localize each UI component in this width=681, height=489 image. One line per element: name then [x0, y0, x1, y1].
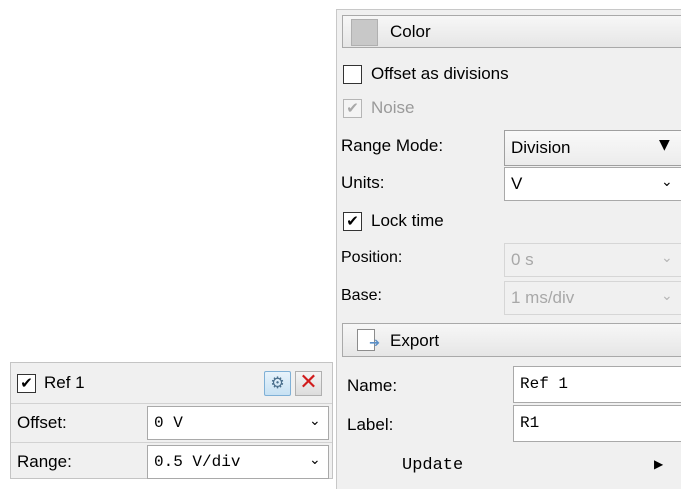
base-value: 1 ms/div — [511, 288, 575, 307]
lock-time-label: Lock time — [371, 211, 444, 230]
offset-label: Offset: — [17, 413, 67, 432]
update-menu-item[interactable]: Update ▶ — [387, 448, 679, 484]
units-value: V — [511, 174, 523, 193]
close-icon[interactable]: ✕ — [295, 371, 322, 396]
name-field[interactable]: Ref 1 — [513, 366, 681, 403]
chevron-down-icon: ⌄ — [309, 452, 321, 468]
export-button[interactable]: ➔ Export — [342, 323, 681, 357]
chevron-down-icon: ⌄ — [309, 413, 321, 429]
base-select[interactable]: 1 ms/div — [504, 281, 681, 315]
color-button[interactable]: Color — [342, 15, 681, 48]
name-label: Name: — [347, 376, 398, 395]
base-label: Base: — [341, 287, 382, 304]
offset-value: 0 V — [154, 414, 183, 432]
offset-select[interactable]: 0 V — [147, 406, 329, 440]
ref-enable-checkbox[interactable]: ✔ — [17, 374, 36, 393]
divider — [11, 442, 332, 443]
chevron-down-icon: ⌄ — [661, 250, 673, 266]
document-export-icon: ➔ — [357, 329, 380, 351]
gear-icon[interactable]: ⚙ — [264, 371, 291, 396]
reference-panel: ✔ Ref 1 ⚙ ✕ Offset: 0 V ⌄ Range: 0.5 V/d… — [10, 362, 333, 479]
range-mode-dropdown[interactable]: Division — [504, 130, 681, 166]
range-label: Range: — [17, 452, 72, 471]
checkmark-icon: ✔ — [20, 374, 33, 392]
channel-settings-panel: Color Offset as divisions ✔ Noise Range … — [336, 9, 681, 489]
offset-as-divisions-label: Offset as divisions — [371, 64, 509, 83]
update-label: Update — [402, 456, 464, 475]
divider — [11, 403, 332, 404]
position-select[interactable]: 0 s — [504, 243, 681, 277]
chevron-down-icon: ⌄ — [661, 288, 673, 304]
label-field[interactable]: R1 — [513, 405, 681, 442]
checkmark-icon: ✔ — [346, 212, 359, 230]
color-button-label: Color — [390, 22, 431, 41]
units-select[interactable]: V — [504, 167, 681, 201]
chevron-right-icon: ▶ — [654, 457, 664, 471]
ref-title: Ref 1 — [44, 373, 85, 392]
units-label: Units: — [341, 173, 385, 192]
label-value: R1 — [520, 414, 540, 432]
range-value: 0.5 V/div — [154, 453, 241, 471]
export-button-label: Export — [390, 331, 440, 350]
lock-time-checkbox[interactable]: ✔ — [343, 212, 362, 231]
checkmark-icon: ✔ — [346, 99, 359, 117]
chevron-down-icon: ⌄ — [661, 174, 673, 190]
range-mode-label: Range Mode: — [341, 136, 444, 155]
name-value: Ref 1 — [520, 375, 569, 393]
noise-label: Noise — [371, 98, 415, 117]
position-value: 0 s — [511, 250, 534, 269]
triangle-down-icon: ▼ — [659, 137, 670, 153]
label-label: Label: — [347, 415, 394, 434]
color-swatch — [351, 19, 378, 46]
noise-checkbox[interactable]: ✔ — [343, 99, 362, 118]
offset-as-divisions-checkbox[interactable] — [343, 65, 362, 84]
position-label: Position: — [341, 249, 403, 266]
range-select[interactable]: 0.5 V/div — [147, 445, 329, 479]
range-mode-value: Division — [511, 138, 571, 157]
